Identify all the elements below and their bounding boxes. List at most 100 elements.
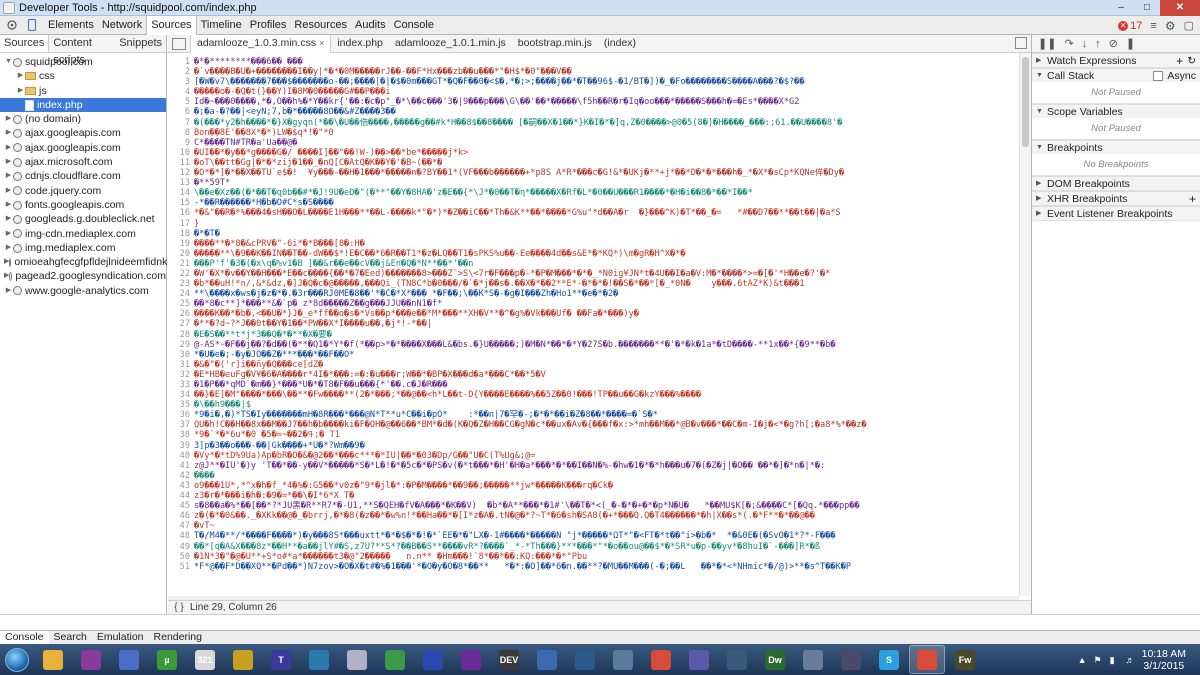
panel-tab-elements[interactable]: Elements	[44, 16, 98, 35]
collapsed-triangle-icon[interactable]: ▶	[16, 69, 25, 83]
code-line[interactable]: ���P'f'�3�(�x\q�%v1�B ]��&r��e��cV��j&En…	[194, 259, 1019, 269]
panel-tab-resources[interactable]: Resources	[290, 16, 351, 35]
code-view[interactable]: 1 2 3 4 5 6 7 8 9 10 11 12 13 14 15 16 17 18 19 20 21 22 23 24 2…	[168, 53, 1019, 596]
section-header[interactable]: ▶ Watch Expressions + ↻	[1032, 53, 1200, 68]
navigator-tab-snippets[interactable]: Snippets	[115, 35, 166, 52]
section-header[interactable]: ▼ Breakpoints	[1032, 140, 1200, 154]
expanded-triangle-icon[interactable]: ▼	[4, 55, 13, 69]
tree-item[interactable]: ▶ googleads.g.doubleclick.net	[0, 212, 166, 226]
code-line[interactable]: s�8��a�%*��[��*?*JU黑�R**R7*�-U1,**S�QEH�…	[194, 501, 1019, 511]
code-line[interactable]: z@J**�IU'�)y 'T��*��-y��V*�����*S�*L�!�*…	[194, 461, 1019, 471]
code-line[interactable]: C*����TN#TR�a'Ua��@�	[194, 138, 1019, 148]
code-line[interactable]: �W'�X*�v��Y��H���*E��c����{��*�7�Eed)���…	[194, 269, 1019, 279]
close-tab-icon[interactable]: ×	[319, 35, 324, 52]
taskbar-app-app9[interactable]	[339, 645, 375, 674]
panel-tab-network[interactable]: Network	[98, 16, 146, 35]
code-line[interactable]: �E�S��**t*j*3��Q�*�**�X�要�	[194, 330, 1019, 340]
code-line[interactable]: �;�a-�?��|<eyN;7,b�*�����8O��&#Z����3��	[194, 107, 1019, 117]
code-line[interactable]: �1�P��*qMD`�m��}*���*U�*�T8�F��u���{*'��…	[194, 380, 1019, 390]
taskbar-app-app13[interactable]: DEV	[491, 645, 527, 674]
editor-vertical-scrollbar[interactable]	[1019, 53, 1031, 596]
tree-item[interactable]: ▶ img-cdn.mediaplex.com	[0, 227, 166, 241]
code-line[interactable]: ��*[q�A&X���8z*��H**�a��jlY#�S,z7U?**S*?…	[194, 542, 1019, 552]
collapsed-triangle-icon[interactable]: ▶	[4, 155, 13, 169]
code-line[interactable]: z3�r�*���i�h�:�9�=*��\�I*6*X T�	[194, 491, 1019, 501]
navigator-tab-sources[interactable]: Sources	[0, 35, 50, 52]
collapsed-triangle-icon[interactable]: ▶	[4, 241, 13, 255]
toggle-debugger-icon[interactable]	[1015, 37, 1027, 49]
add-icon[interactable]: +	[1189, 192, 1196, 206]
flag-icon[interactable]: ⚑	[1094, 655, 1104, 665]
collapsed-triangle-icon[interactable]: ▶	[1036, 54, 1044, 68]
taskbar-app-app11[interactable]	[415, 645, 451, 674]
code-line[interactable]: �oT\��tt�Gg|�*�*zij�1��_�nQ[C�AtQ�K��Y�'…	[194, 158, 1019, 168]
taskbar-app-app19[interactable]	[719, 645, 755, 674]
taskbar-app-app14[interactable]	[529, 645, 565, 674]
taskbar-app-skype[interactable]: S	[871, 645, 907, 674]
editor-tab[interactable]: bootstrap.min.js	[512, 35, 598, 53]
code-line[interactable]: ��}�E[�M"����*���\��**�Fw����**(2�*���;*…	[194, 390, 1019, 400]
taskbar-app-visual-studio[interactable]	[453, 645, 489, 674]
taskbar-app-app16[interactable]	[605, 645, 641, 674]
collapsed-triangle-icon[interactable]: ▶	[1036, 207, 1044, 221]
async-checkbox[interactable]	[1153, 71, 1164, 81]
editor-tab[interactable]: index.php	[331, 35, 389, 53]
code-line[interactable]: Bon��8E'��8X*�*)LW�$q*!�"*0	[194, 128, 1019, 138]
section-header[interactable]: ▶ Event Listener Breakpoints	[1032, 206, 1200, 220]
code-line[interactable]: �1N*3�"�@�U**+S*o#*a*������t3�@"2����� n…	[194, 552, 1019, 562]
code-line[interactable]: �E*HB�euFg�V¥�6�A����r*4I�*���:=�:�u���r…	[194, 370, 1019, 380]
code-line[interactable]: �(���*y2�h����*�}X�gyqn(*��\�U��俈����,��…	[194, 118, 1019, 128]
taskbar-app-calendar[interactable]: 321	[187, 645, 223, 674]
pause-on-exceptions-icon[interactable]: ❚	[1126, 37, 1135, 50]
code-line[interactable]: �\��h9���|$	[194, 400, 1019, 410]
code-line[interactable]: ����K��*�b�,<��U�*}J�_e*ff��o�s�*Vs��p*�…	[194, 309, 1019, 319]
taskbar-app-app15[interactable]	[567, 645, 603, 674]
code-line[interactable]: �*�T�	[194, 229, 1019, 239]
navigator-tab-content-scripts[interactable]: Content scripts	[49, 35, 115, 66]
code-line[interactable]: }	[194, 219, 1019, 229]
code-line[interactable]: Id�~���0����,*�,O��h%�*Y��kr{'��:�c�p"_�…	[194, 97, 1019, 107]
taskbar-app-app18[interactable]	[681, 645, 717, 674]
code-line[interactable]: ����**�*8�&cPRV�"-6i*�*B���[8�:H�	[194, 239, 1019, 249]
code-line[interactable]: @-AS*-�F��j��?�d��(�**�Q1�*Y*�f(*��p>*�*…	[194, 340, 1019, 350]
show-drawer-icon[interactable]: ≡	[1150, 20, 1156, 32]
panel-tab-timeline[interactable]: Timeline	[197, 16, 246, 35]
volume-icon[interactable]: ♬	[1126, 655, 1136, 665]
taskbar-app-app2[interactable]	[73, 645, 109, 674]
deactivate-breakpoints-icon[interactable]: ⊘	[1109, 37, 1118, 50]
taskbar-app-explorer[interactable]	[35, 645, 71, 674]
code-line[interactable]: ��*8�c**]*���**&�`p� z*8d�����Z��g���JJU…	[194, 299, 1019, 309]
taskbar-app-chrome[interactable]	[643, 645, 679, 674]
taskbar-app-chrome-2[interactable]	[909, 645, 945, 674]
code-line[interactable]: �Vy*�*tD%9Ua)Ap�bR�O�&�@2��*���c***�*IU|…	[194, 451, 1019, 461]
tree-item[interactable]: ▶ cdnjs.cloudflare.com	[0, 169, 166, 183]
code-line[interactable]: z�(�*�0&��._�XKk��@�_�brrj,�*�8(�z��*�w%…	[194, 511, 1019, 521]
tree-item[interactable]: ▶ omioeahgfecgfpfldejlnideemfidnkc	[0, 255, 173, 269]
taskbar-app-app6[interactable]	[225, 645, 261, 674]
maximize-button[interactable]: □	[1134, 0, 1160, 16]
taskbar-app-app8[interactable]	[301, 645, 337, 674]
collapsed-triangle-icon[interactable]: ▶	[4, 227, 13, 241]
close-button[interactable]: ✕	[1160, 0, 1200, 16]
minimize-button[interactable]: –	[1108, 0, 1134, 16]
code-line[interactable]: *�&"��R�*%���4�sH��O�L����E1H���**��L-��…	[194, 208, 1019, 218]
code-line[interactable]: [�W�v7\�������7���$�������o-��;����|�|�$…	[194, 77, 1019, 87]
code-line[interactable]: ����	[194, 471, 1019, 481]
collapsed-triangle-icon[interactable]: ▶	[1036, 177, 1044, 191]
code-line[interactable]: �*�********���6�� ���	[194, 57, 1019, 67]
collapsed-triangle-icon[interactable]: ▶	[4, 126, 13, 140]
code-line[interactable]: �O*�*]�*��X��TU`e$�! ¥y���-��H�1���*����…	[194, 168, 1019, 178]
refresh-icon[interactable]: ↻	[1187, 54, 1196, 68]
collapsed-triangle-icon[interactable]: ▶	[4, 284, 13, 298]
network-icon[interactable]: ▮	[1110, 655, 1120, 665]
expanded-triangle-icon[interactable]: ▼	[1036, 141, 1044, 155]
code-line[interactable]: *�Ú�e�;-�y�JO��Z�***���*��F��O*	[194, 350, 1019, 360]
code-line[interactable]: *F*@��F*D��XQ**�Pd��*)N7zov>�O�X�t#�%�1�…	[194, 562, 1019, 572]
step-out-icon[interactable]: ↑	[1095, 38, 1101, 50]
step-into-icon[interactable]: ↓	[1082, 38, 1088, 50]
step-over-icon[interactable]: ↷	[1064, 37, 1073, 50]
tree-item[interactable]: ▼ squidpool.com	[0, 55, 166, 69]
taskbar-app-app10[interactable]	[377, 645, 413, 674]
collapsed-triangle-icon[interactable]: ▶	[16, 84, 25, 98]
collapsed-triangle-icon[interactable]: ▶	[4, 169, 13, 183]
